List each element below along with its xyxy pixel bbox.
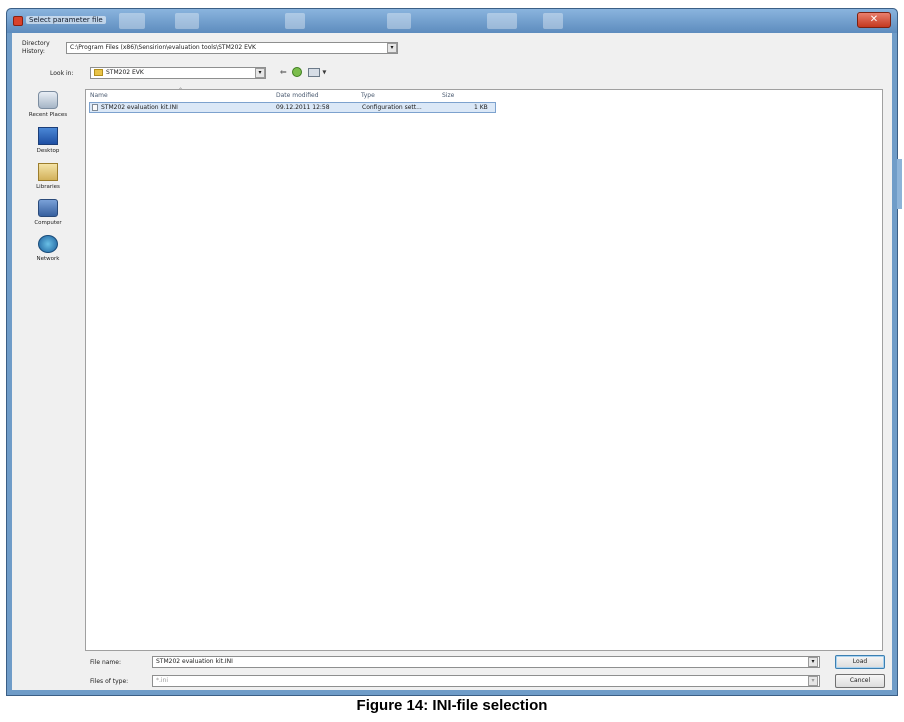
network-icon <box>38 235 58 253</box>
close-button[interactable]: ✕ <box>857 12 891 28</box>
folder-up-icon[interactable] <box>292 67 303 77</box>
window-title: Select parameter file <box>26 16 106 24</box>
place-libraries[interactable]: Libraries <box>17 163 79 190</box>
place-computer[interactable]: Computer <box>17 199 79 226</box>
background-window-ghost <box>119 13 145 29</box>
file-name-input[interactable]: STM202 evaluation kit.INI <box>152 656 820 668</box>
directory-history-label: Directory History: <box>22 40 62 56</box>
dialog-toolbar: ⇐ ▾ <box>280 67 326 77</box>
file-row[interactable]: STM202 evaluation kit.INI 09.12.2011 12:… <box>89 102 496 113</box>
file-type-cell: Configuration sett... <box>362 104 422 111</box>
ini-file-icon <box>92 104 98 111</box>
file-size-cell: 1 KB <box>474 104 488 111</box>
file-name-label: File name: <box>90 659 121 666</box>
view-menu-icon[interactable] <box>307 67 320 77</box>
title-bar[interactable]: Select parameter file ✕ <box>7 9 897 33</box>
look-in-combo[interactable]: STM202 EVK <box>90 67 266 79</box>
background-window-ghost <box>543 13 563 29</box>
place-recent-places[interactable]: Recent Places <box>17 91 79 118</box>
place-label: Recent Places <box>28 112 68 118</box>
cancel-button[interactable]: Cancel <box>835 674 885 688</box>
file-name-text: STM202 evaluation kit.INI <box>101 104 178 111</box>
file-date-cell: 09.12.2011 12:58 <box>276 104 330 111</box>
window-edge-highlight <box>897 159 902 209</box>
files-of-type-dropdown-button[interactable]: ▾ <box>808 676 818 686</box>
dialog-client-area: Directory History: C:\Program Files (x86… <box>12 33 892 690</box>
recent-places-icon <box>38 91 58 109</box>
files-of-type-select[interactable]: *.ini <box>152 675 820 687</box>
background-window-ghost <box>387 13 411 29</box>
column-header-date-modified[interactable]: Date modified <box>276 92 319 99</box>
column-header-name[interactable]: Name <box>90 92 108 99</box>
place-label: Network <box>36 256 60 262</box>
file-list[interactable]: Name ⌃ Date modified Type Size STM202 ev… <box>85 87 883 651</box>
place-desktop[interactable]: Desktop <box>17 127 79 154</box>
place-label: Libraries <box>36 184 60 190</box>
files-of-type-label: Files of type: <box>90 678 129 685</box>
column-header-type[interactable]: Type <box>361 92 375 99</box>
directory-history-combo[interactable]: C:\Program Files (x86)\Sensirion\evaluat… <box>66 42 398 54</box>
background-window-ghost <box>285 13 305 29</box>
place-label: Computer <box>34 220 62 226</box>
sort-indicator-icon: ⌃ <box>178 87 184 94</box>
look-in-dropdown-button[interactable]: ▾ <box>255 68 265 78</box>
load-button[interactable]: Load <box>835 655 885 669</box>
directory-history-dropdown-button[interactable]: ▾ <box>387 43 397 53</box>
computer-icon <box>38 199 58 217</box>
background-window-ghost <box>487 13 517 29</box>
file-name-cell: STM202 evaluation kit.INI <box>92 104 178 111</box>
place-label: Desktop <box>36 148 60 154</box>
back-arrow-icon[interactable]: ⇐ <box>280 68 287 77</box>
look-in-value: STM202 EVK <box>106 69 144 76</box>
look-in-label: Look in: <box>50 70 74 77</box>
desktop-icon <box>38 127 58 145</box>
libraries-icon <box>38 163 58 181</box>
column-header-size[interactable]: Size <box>442 92 454 99</box>
place-network[interactable]: Network <box>17 235 79 262</box>
app-icon <box>13 16 23 26</box>
directory-history-label-line2: History: <box>22 48 45 55</box>
file-dialog-window: Select parameter file ✕ Directory Histor… <box>6 8 902 696</box>
background-window-ghost <box>175 13 199 29</box>
file-name-value: STM202 evaluation kit.INI <box>156 658 233 665</box>
file-name-dropdown-button[interactable]: ▾ <box>808 657 818 667</box>
directory-history-value: C:\Program Files (x86)\Sensirion\evaluat… <box>70 44 256 51</box>
directory-history-label-line1: Directory <box>22 40 50 47</box>
view-menu-dropdown-icon[interactable]: ▾ <box>322 68 326 77</box>
figure-caption: Figure 14: INI-file selection <box>356 697 548 714</box>
folder-icon <box>94 69 103 76</box>
files-of-type-value: *.ini <box>156 677 169 684</box>
